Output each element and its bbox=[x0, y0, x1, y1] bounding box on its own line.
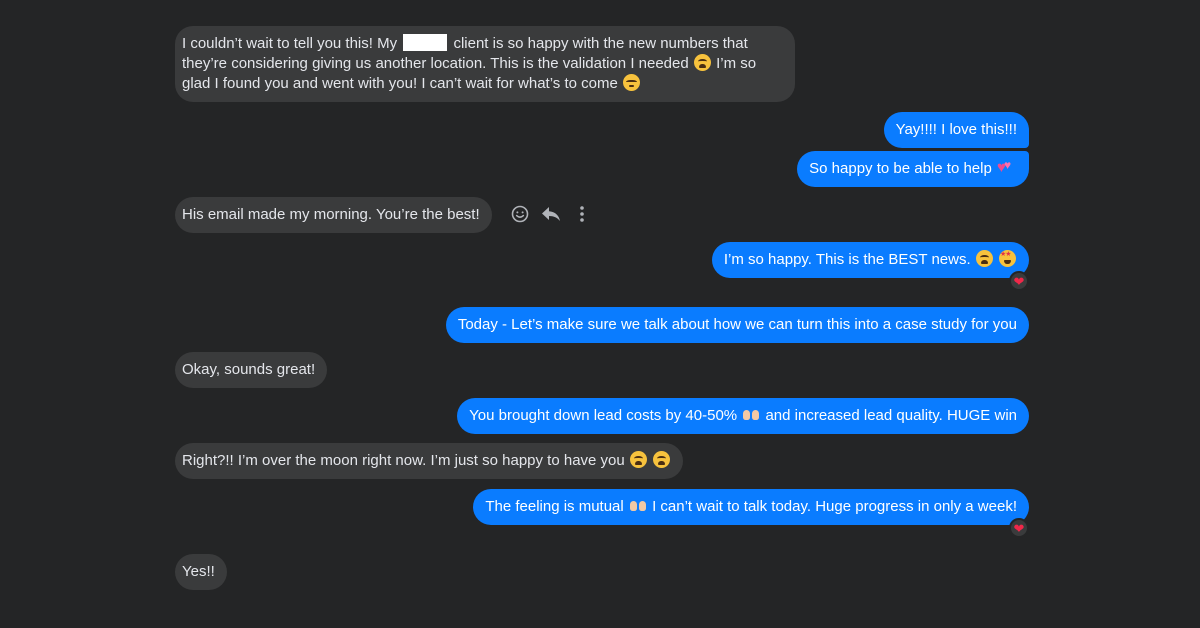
react-icon[interactable] bbox=[510, 204, 530, 224]
incoming-message[interactable]: I couldn’t wait to tell you this! My cli… bbox=[175, 26, 795, 102]
raising-hands-icon bbox=[742, 406, 760, 423]
message-text: Yes!! bbox=[182, 563, 215, 580]
message-text: The feeling is mutual bbox=[485, 498, 624, 515]
message-text: Today - Let’s make sure we talk about ho… bbox=[457, 316, 1017, 333]
heart-icon: ❤ bbox=[1013, 521, 1025, 536]
loudly-crying-face-icon bbox=[653, 451, 671, 468]
message-thread: I couldn’t wait to tell you this! My cli… bbox=[0, 0, 1200, 628]
outgoing-message[interactable]: Yay!!!! I love this!!! bbox=[883, 112, 1029, 148]
outgoing-message[interactable]: So happy to be able to help bbox=[797, 151, 1029, 187]
face-holding-back-tears-icon bbox=[622, 74, 640, 91]
more-icon[interactable] bbox=[572, 204, 592, 224]
outgoing-message[interactable]: I’m so happy. This is the BEST news. bbox=[711, 242, 1029, 278]
outgoing-message[interactable]: The feeling is mutual I can’t wait to ta… bbox=[473, 489, 1029, 525]
message-text: I can’t wait to talk today. Huge progres… bbox=[652, 498, 1017, 515]
two-hearts-icon bbox=[997, 155, 1016, 178]
reply-icon[interactable] bbox=[541, 204, 561, 224]
raising-hands-icon bbox=[629, 497, 647, 514]
outgoing-message[interactable]: Today - Let’s make sure we talk about ho… bbox=[445, 307, 1029, 343]
message-text: So happy to be able to help bbox=[809, 160, 992, 177]
message-text: Okay, sounds great! bbox=[182, 361, 316, 378]
message-actions bbox=[510, 202, 592, 226]
heart-reaction[interactable]: ❤ bbox=[1009, 271, 1029, 291]
heart-icon: ❤ bbox=[1013, 274, 1025, 289]
message-text: I’m so happy. This is the BEST news. bbox=[723, 251, 971, 268]
message-text: and increased lead quality. HUGE win bbox=[765, 407, 1017, 424]
star-struck-icon bbox=[999, 250, 1016, 267]
message-text: I couldn’t wait to tell you this! My bbox=[182, 35, 398, 52]
heart-reaction[interactable]: ❤ bbox=[1009, 518, 1029, 538]
incoming-message[interactable]: Right?!! I’m over the moon right now. I’… bbox=[175, 443, 684, 479]
outgoing-message[interactable]: You brought down lead costs by 40-50% an… bbox=[457, 398, 1029, 434]
incoming-message[interactable]: Okay, sounds great! bbox=[175, 352, 328, 388]
message-text: His email made my morning. You’re the be… bbox=[182, 206, 480, 223]
incoming-message[interactable]: Yes!! bbox=[175, 554, 227, 590]
incoming-message[interactable]: His email made my morning. You’re the be… bbox=[175, 197, 492, 233]
message-text: Yay!!!! I love this!!! bbox=[895, 121, 1017, 138]
redacted-name bbox=[403, 34, 448, 51]
message-text: You brought down lead costs by 40-50% bbox=[469, 407, 738, 424]
message-text: Right?!! I’m over the moon right now. I’… bbox=[182, 452, 625, 469]
loudly-crying-face-icon bbox=[629, 451, 647, 468]
loudly-crying-face-icon bbox=[693, 54, 711, 71]
loudly-crying-face-icon bbox=[975, 250, 993, 267]
